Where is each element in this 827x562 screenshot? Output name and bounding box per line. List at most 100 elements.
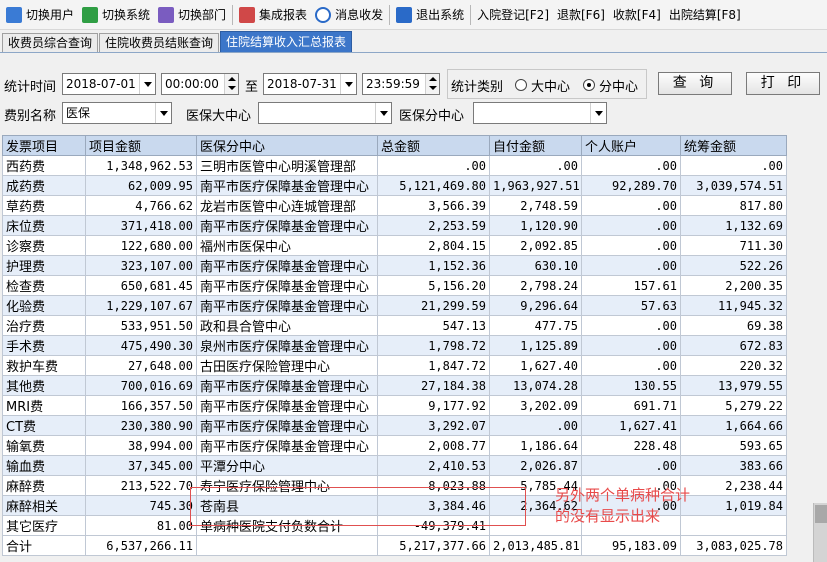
radio-big-center[interactable] [515,79,527,91]
table-cell: 166,357.50 [85,395,197,416]
end-date-picker[interactable]: 2018-07-31 [263,73,357,95]
table-row[interactable]: 输氧费 38,994.00 南平市医疗保障基金管理中心 2,008.77 1,186.6… [2,435,787,456]
table-row[interactable]: 其他费 700,016.69 南平市医疗保障基金管理中心 27,184.38 13,07… [2,375,787,396]
table-row[interactable]: 草药费 4,766.62 龙岩市医管中心连城管理部 3,566.39 2,748.59.… [2,195,787,216]
table-row[interactable]: 治疗费 533,951.50 政和县合管中心 547.13 477.75.00 69.38 [2,315,787,336]
column-header[interactable]: 个人账户 [581,135,681,156]
start-time-field[interactable]: 00:00:00 [161,73,239,95]
table-cell: 成药费 [2,175,86,196]
chevron-down-icon[interactable] [155,103,171,123]
tab-cashier-query[interactable]: 收费员综合查询 [2,33,99,52]
table-cell: 228.48 [581,435,681,456]
table-header-row: 发票项目 项目金额 医保分中心 总金额 自付金额 个人账户 统筹金额 [2,135,787,156]
table-cell: 323,107.00 [85,255,197,276]
table-cell: 南平市医疗保障基金管理中心 [196,175,378,196]
tab-inpatient-cashier-checkout[interactable]: 住院收费员结账查询 [99,33,220,52]
discharge-settlement-button[interactable]: 出院结算[F8] [665,3,745,27]
column-header[interactable]: 自付金额 [489,135,582,156]
chevron-down-icon[interactable] [590,103,606,123]
radio-sub-center-label[interactable]: 分中心 [599,76,638,95]
column-header[interactable]: 统筹金额 [680,135,787,156]
table-cell: 输氧费 [2,435,86,456]
switch-user-button[interactable]: 切换用户 [2,3,78,27]
chevron-down-icon[interactable] [139,74,155,94]
table-row[interactable]: 诊察费 122,680.00 福州市医保中心 2,804.15 2,092.85.00 7… [2,235,787,256]
table-cell: 2,253.59 [377,215,490,236]
report-icon [239,6,256,23]
sub-center-select[interactable] [473,102,607,124]
table-cell: 其他费 [2,375,86,396]
scrollbar-thumb[interactable] [815,505,827,523]
table-cell: 南平市医疗保障基金管理中心 [196,435,378,456]
table-cell: 3,292.07 [377,415,490,436]
table-cell: 麻醉费 [2,475,86,496]
table-cell: 2,238.44 [680,475,787,496]
table-cell: 2,798.24 [489,275,582,296]
toolbar-separator [470,4,472,25]
refund-button[interactable]: 退款[F6] [553,3,609,27]
table-cell: 57.63 [581,295,681,316]
table-cell: 62,009.95 [85,175,197,196]
table-cell: 1,019.84 [680,495,787,516]
table-row[interactable]: 检查费 650,681.45 南平市医疗保障基金管理中心 5,156.20 2,798.… [2,275,787,296]
column-header[interactable]: 总金额 [377,135,490,156]
table-row[interactable]: 成药费 62,009.95 南平市医疗保障基金管理中心 5,121,469.80 1,9… [2,175,787,196]
chevron-down-icon[interactable] [340,74,356,94]
start-date-picker[interactable]: 2018-07-01 [62,73,156,95]
table-row[interactable]: 输血费 37,345.00 平潭分中心 2,410.53 2,026.87.00 383.… [2,455,787,476]
fee-category-select[interactable]: 医保 [62,102,172,124]
table-total-row[interactable]: 合计 6,537,266.11 5,217,377.66 2,013,485.81 95… [2,535,787,556]
chevron-down-icon[interactable] [375,103,391,123]
query-button[interactable]: 查 询 [658,72,732,95]
table-cell: 2,013,485.81 [489,535,582,556]
table-cell: 533,951.50 [85,315,197,336]
switch-system-button[interactable]: 切换系统 [78,3,154,27]
big-center-select[interactable] [258,102,392,124]
integrated-report-button[interactable]: 集成报表 [235,3,311,27]
table-cell: 817.80 [680,195,787,216]
table-cell: 2,200.35 [680,275,787,296]
table-cell: 700,016.69 [85,375,197,396]
time-spinner-icon[interactable] [425,74,439,94]
column-header[interactable]: 发票项目 [2,135,86,156]
table-cell: 371,418.00 [85,215,197,236]
collect-payment-button[interactable]: 收款[F4] [609,3,665,27]
exit-system-button[interactable]: 退出系统 [392,3,468,27]
table-cell: .00 [581,315,681,336]
table-cell: 南平市医疗保障基金管理中心 [196,375,378,396]
table-cell: 95,183.09 [581,535,681,556]
admission-register-button[interactable]: 入院登记[F2] [473,3,553,27]
table-row[interactable]: 床位费 371,418.00 南平市医疗保障基金管理中心 2,253.59 1,120.… [2,215,787,236]
messages-button[interactable]: 消息收发 [311,3,387,27]
toolbar-separator [389,4,391,25]
end-time-field[interactable]: 23:59:59 [362,73,440,95]
column-header[interactable]: 医保分中心 [196,135,378,156]
switch-department-button[interactable]: 切换部门 [154,3,230,27]
table-row[interactable]: 西药费 1,348,962.53 三明市医管中心明溪管理部 .00.00.00.00 [2,155,787,176]
table-cell: 522.26 [680,255,787,276]
table-cell: 5,156.20 [377,275,490,296]
annotation-box [190,487,526,526]
big-center-label: 医保大中心 [186,109,252,124]
column-header[interactable]: 项目金额 [85,135,197,156]
filter-panel: 统计时间 2018-07-01 00:00:00 至 2018-07-31 23… [0,54,827,134]
table-row[interactable]: CT费 230,380.90 南平市医疗保障基金管理中心 3,292.07.00 1,6… [2,415,787,436]
table-cell: 477.75 [489,315,582,336]
radio-sub-center[interactable] [583,79,595,91]
table-cell: 政和县合管中心 [196,315,378,336]
table-cell: CT费 [2,415,86,436]
vertical-scrollbar[interactable] [813,503,827,562]
info-icon [315,6,332,23]
time-spinner-icon[interactable] [224,74,238,94]
table-row[interactable]: 手术费 475,490.30 泉州市医疗保障基金管理中心 1,798.72 1,125.… [2,335,787,356]
radio-big-center-label[interactable]: 大中心 [531,76,570,95]
table-cell: 诊察费 [2,235,86,256]
table-cell: 护理费 [2,255,86,276]
tab-inpatient-settlement-summary[interactable]: 住院结算收入汇总报表 [220,31,353,52]
table-row[interactable]: 护理费 323,107.00 南平市医疗保障基金管理中心 1,152.36 630.10… [2,255,787,276]
table-row[interactable]: 化验费 1,229,107.67 南平市医疗保障基金管理中心 21,299.59 9,2… [2,295,787,316]
table-row[interactable]: MRI费 166,357.50 南平市医疗保障基金管理中心 9,177.92 3,202… [2,395,787,416]
table-row[interactable]: 救护车费 27,648.00 古田医疗保险管理中心 1,847.72 1,627.40.… [2,355,787,376]
table-cell: 1,847.72 [377,355,490,376]
print-button[interactable]: 打 印 [746,72,820,95]
